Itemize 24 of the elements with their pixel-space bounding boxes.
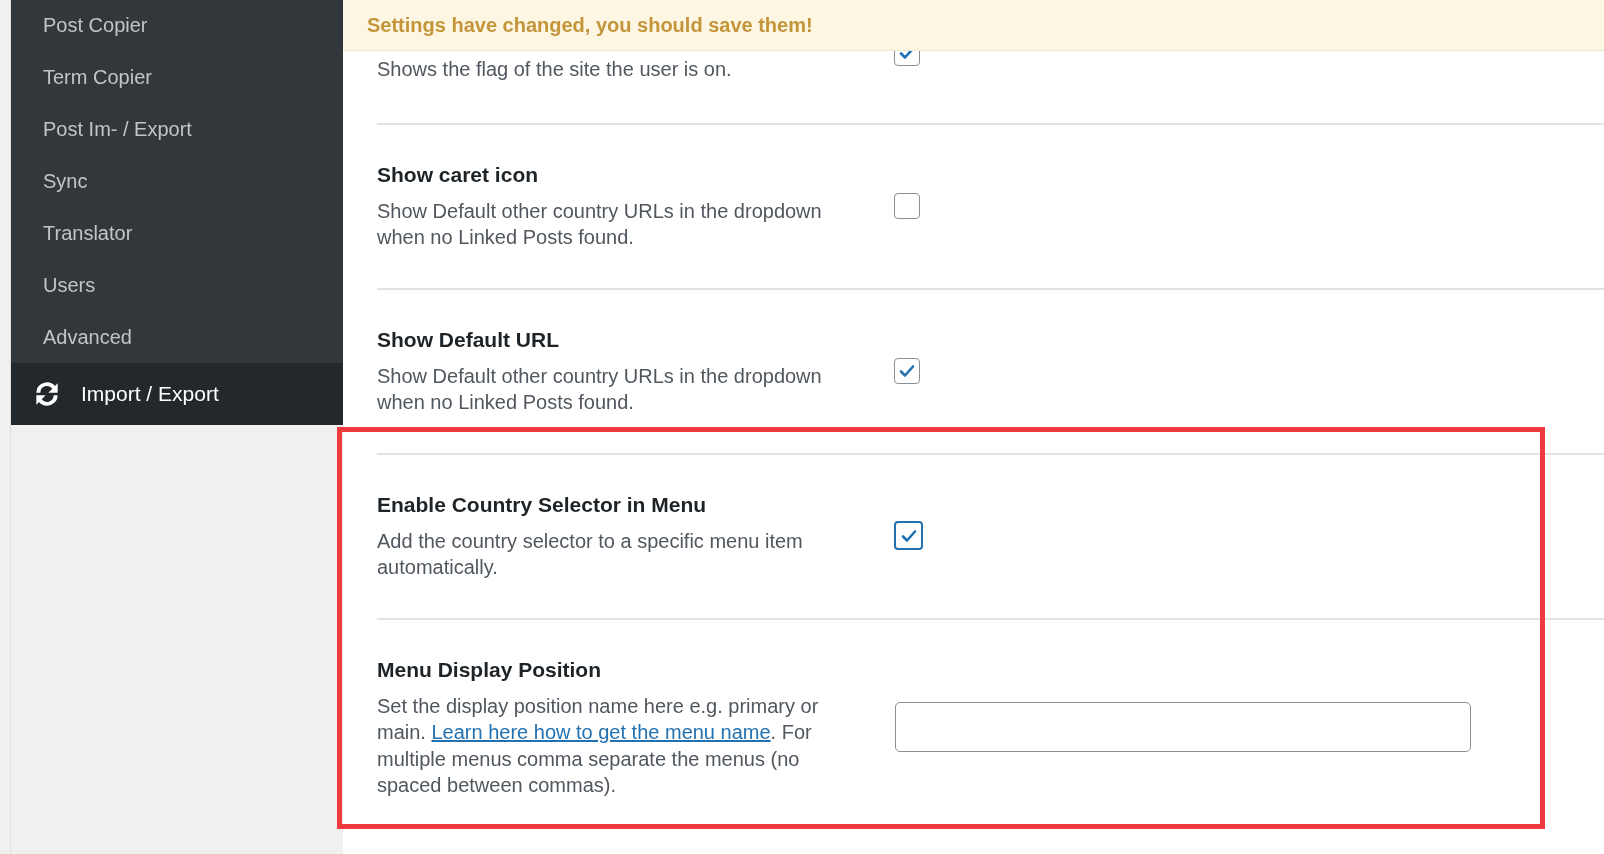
setting-description: Shows the flag of the site the user is on.	[377, 57, 733, 82]
setting-description: Show Default other country URLs in the dropdown when no Linked Posts found.	[377, 198, 823, 250]
sidebar-item[interactable]: Users	[11, 259, 343, 311]
sidebar-item[interactable]: Post Im- / Export	[11, 103, 343, 155]
setting-description: Add the country selector to a specific menu item automatically.	[377, 528, 804, 580]
setting-title: Show caret icon	[377, 161, 540, 188]
sidebar-item[interactable]: Advanced	[11, 311, 343, 363]
checkbox[interactable]	[894, 357, 920, 384]
notice-text: Settings have changed, you should save them!	[367, 13, 813, 37]
checkbox[interactable]	[894, 521, 923, 550]
setting-description: Set the display position name here e.g. primary or main. Learn here how to get the menu name. For multiple menus comma separate the menus (no spaced between commas).	[377, 693, 820, 798]
checkbox[interactable]	[894, 51, 921, 66]
sidebar-item[interactable]: Sync	[11, 155, 343, 207]
setting-title: Show Default URL	[377, 326, 560, 353]
sidebar-item[interactable]: Translator	[11, 207, 343, 259]
help-link[interactable]: Learn here how to get the menu name	[431, 721, 771, 743]
sidebar-item[interactable]: Term Copier	[11, 51, 343, 103]
checkbox[interactable]	[894, 192, 920, 219]
sidebar-item[interactable]: Post Copier	[11, 0, 343, 51]
setting-title: Enable Country Selector in Menu	[377, 491, 708, 518]
setting-description: Show Default other country URLs in the dropdown when no Linked Posts found.	[377, 363, 823, 415]
sidebar-item[interactable]: Import / Export	[11, 363, 343, 425]
setting-title: Menu Display Position	[377, 656, 603, 683]
text-field[interactable]	[895, 702, 1471, 752]
